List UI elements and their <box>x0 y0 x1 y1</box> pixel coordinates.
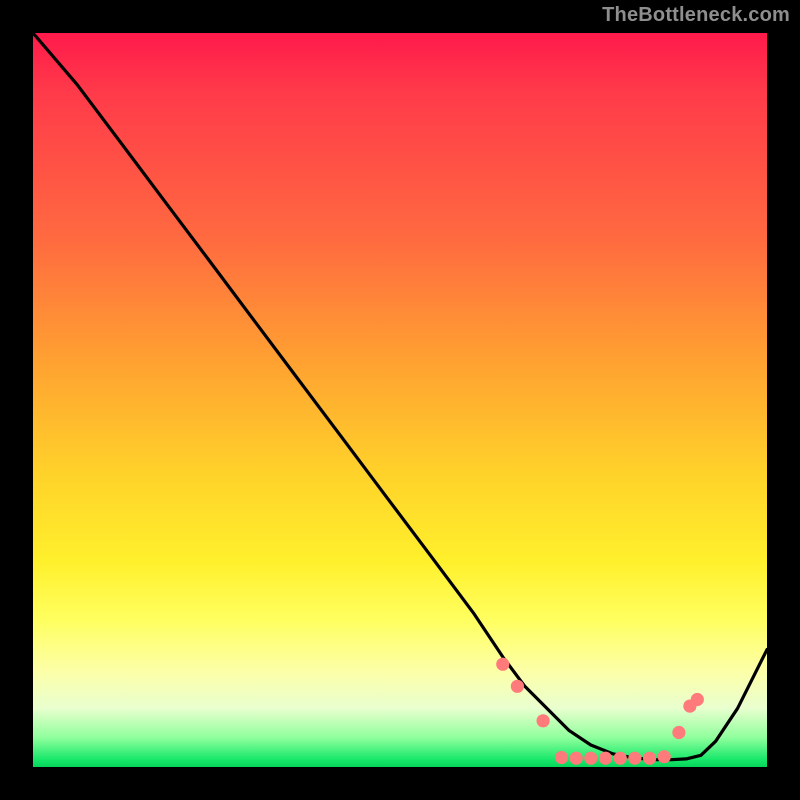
marker-dot <box>658 750 671 763</box>
watermark-text: TheBottleneck.com <box>602 4 790 27</box>
marker-dot <box>496 658 509 671</box>
chart-frame: TheBottleneck.com <box>0 0 800 800</box>
marker-dot <box>599 752 612 765</box>
marker-dot <box>691 693 704 706</box>
marker-dot <box>614 752 627 765</box>
marker-dot <box>570 752 583 765</box>
plot-area <box>33 33 767 767</box>
marker-dot <box>584 752 597 765</box>
marker-dot <box>628 752 641 765</box>
bottleneck-curve <box>33 33 767 760</box>
marker-dot <box>537 714 550 727</box>
marker-dot <box>672 726 685 739</box>
marker-dot <box>643 752 656 765</box>
chart-svg <box>33 33 767 767</box>
marker-dot <box>511 680 524 693</box>
marker-dot <box>555 751 568 764</box>
